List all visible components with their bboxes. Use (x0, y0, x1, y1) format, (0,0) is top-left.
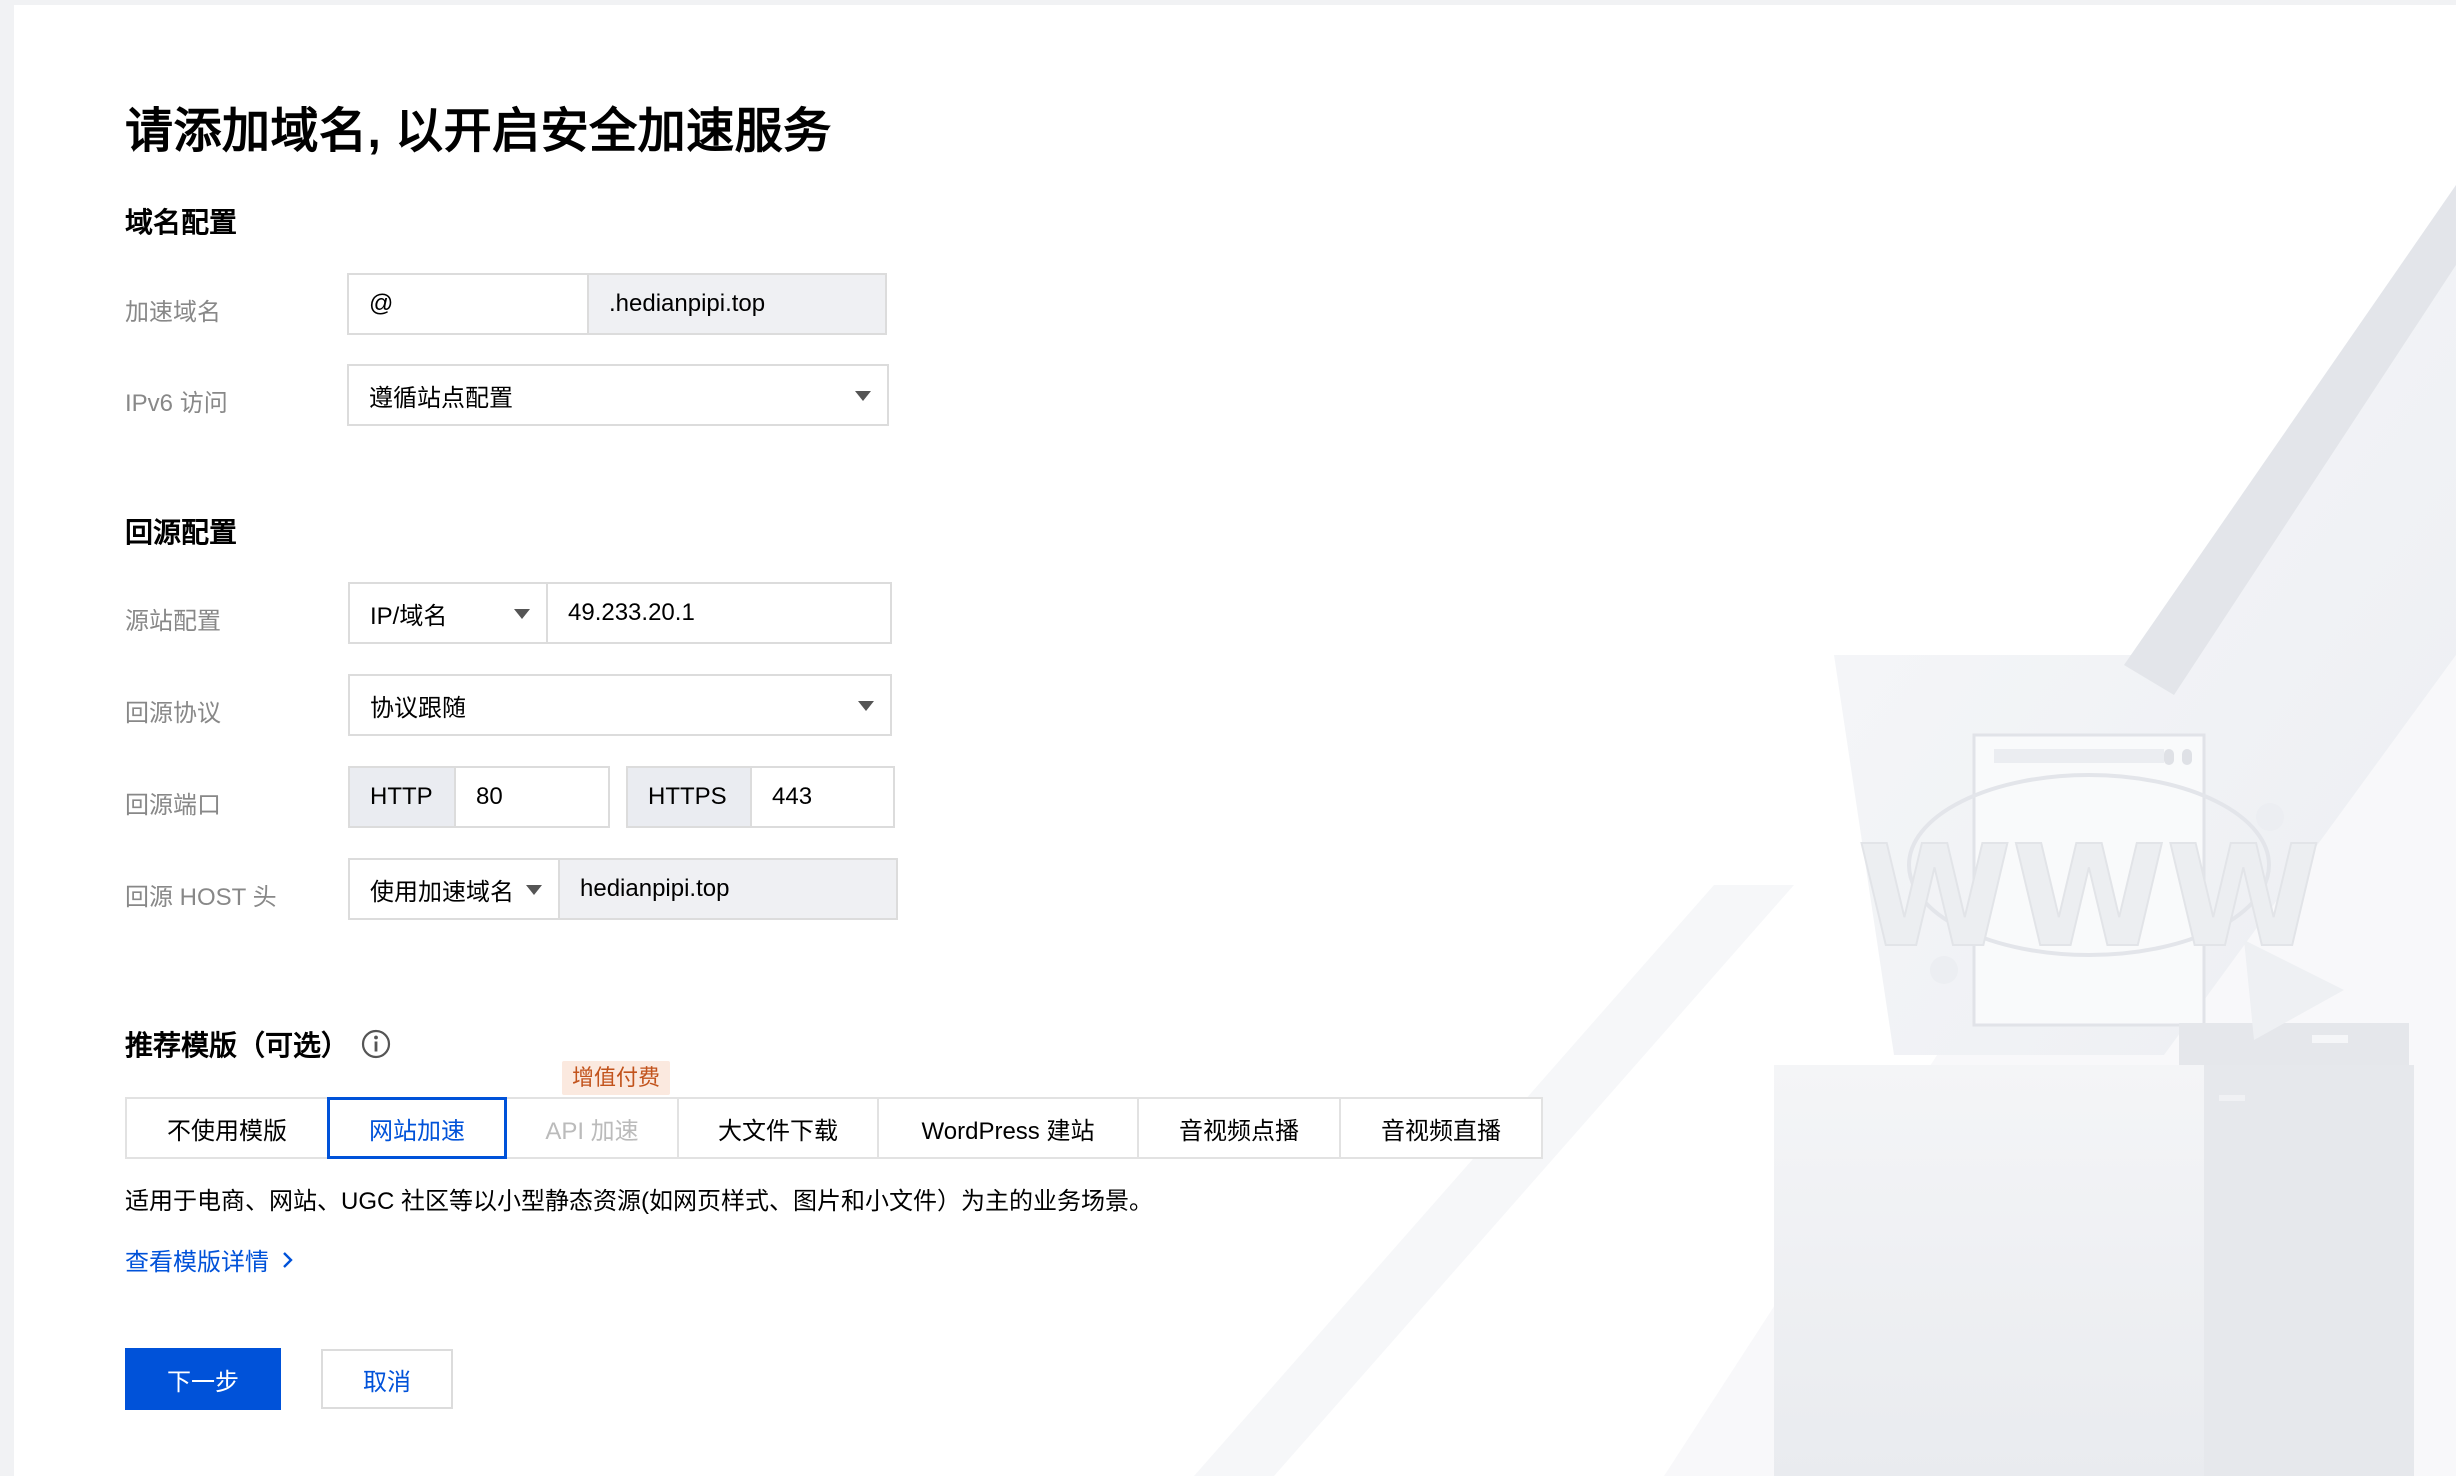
http-port-value: 80 (476, 783, 503, 810)
ipv6-label: IPv6 访问 (125, 390, 228, 417)
caret-down-icon (514, 609, 530, 619)
origin-type-value: IP/域名 (370, 602, 448, 630)
value-added-badge: 增值付费 (562, 1061, 671, 1095)
template-tabs: 不使用模版 网站加速 API 加速 大文件下载 WordPress 建站 音视频… (125, 1097, 1543, 1159)
http-addon-label: HTTP (370, 783, 433, 810)
caret-down-icon (526, 885, 542, 895)
origin-config-title: 回源配置 (125, 517, 238, 548)
accel-domain-prefix-value: @ (369, 290, 394, 317)
origin-site-label: 源站配置 (125, 608, 221, 635)
tab-no-template[interactable]: 不使用模版 (125, 1097, 329, 1159)
tab-large-file-download[interactable]: 大文件下载 (677, 1097, 879, 1159)
origin-host-value-field: hedianpipi.top (558, 858, 898, 920)
http-port-input[interactable]: 80 (454, 766, 610, 828)
tab-website-acceleration[interactable]: 网站加速 (327, 1097, 507, 1159)
origin-address-value: 49.233.20.1 (568, 599, 695, 626)
tab-label: WordPress 建站 (921, 1117, 1095, 1145)
accel-domain-label: 加速域名 (125, 299, 221, 326)
info-circle-icon[interactable] (361, 1029, 391, 1059)
origin-port-label: 回源端口 (125, 792, 221, 819)
ipv6-select[interactable]: 遵循站点配置 (347, 364, 889, 426)
origin-host-value: hedianpipi.top (580, 875, 730, 902)
https-addon-label: HTTPS (648, 783, 727, 810)
template-details-link[interactable]: 查看模版详情 (125, 1242, 295, 1277)
tab-video-on-demand[interactable]: 音视频点播 (1137, 1097, 1341, 1159)
origin-host-mode-select[interactable]: 使用加速域名 (348, 858, 560, 920)
origin-address-input[interactable]: 49.233.20.1 (546, 582, 892, 644)
chevron-right-icon (283, 1251, 293, 1268)
tab-api-acceleration: API 加速 (505, 1097, 679, 1159)
https-addon: HTTPS (626, 766, 752, 828)
accel-domain-suffix-value: .hedianpipi.top (609, 290, 766, 317)
form-content: 请添加域名, 以开启安全加速服务 域名配置 加速域名 @ .hedianpipi… (111, 5, 1611, 1476)
tab-live-streaming[interactable]: 音视频直播 (1339, 1097, 1543, 1159)
https-port-input[interactable]: 443 (750, 766, 895, 828)
caret-down-icon (855, 391, 871, 401)
tab-label: 音视频直播 (1381, 1117, 1501, 1145)
accel-domain-suffix: .hedianpipi.top (587, 273, 887, 335)
tab-label: 网站加速 (369, 1117, 465, 1145)
page-panel: WWW 请添加域名, 以开启安全加速服务 域名配置 加速域名 @ .hedian… (14, 5, 2456, 1476)
templates-title-text: 推荐模版（可选） (125, 1030, 350, 1061)
tab-wordpress[interactable]: WordPress 建站 (877, 1097, 1139, 1159)
tab-label: API 加速 (545, 1117, 639, 1145)
page-title: 请添加域名, 以开启安全加速服务 (125, 105, 832, 158)
origin-protocol-select[interactable]: 协议跟随 (348, 674, 892, 736)
origin-protocol-label: 回源协议 (125, 700, 221, 727)
http-addon: HTTP (348, 766, 456, 828)
https-port-value: 443 (772, 783, 813, 810)
tab-label: 音视频点播 (1179, 1117, 1299, 1145)
template-description: 适用于电商、网站、UGC 社区等以小型静态资源(如网页样式、图片和小文件）为主的… (125, 1188, 1153, 1215)
template-details-link-text: 查看模版详情 (125, 1249, 269, 1276)
domain-config-title: 域名配置 (125, 207, 238, 238)
cancel-button[interactable]: 取消 (321, 1349, 453, 1409)
accel-domain-prefix-input[interactable]: @ (347, 273, 589, 335)
origin-protocol-value: 协议跟随 (370, 694, 466, 722)
www-text: WWW (1857, 816, 2320, 979)
caret-down-icon (858, 701, 874, 711)
next-step-button[interactable]: 下一步 (125, 1348, 281, 1410)
tab-label: 不使用模版 (167, 1117, 287, 1145)
templates-title: 推荐模版（可选） (125, 1024, 391, 1064)
tab-label: 大文件下载 (718, 1117, 838, 1145)
origin-host-label: 回源 HOST 头 (125, 884, 277, 911)
ipv6-select-value: 遵循站点配置 (369, 384, 513, 412)
origin-host-mode-value: 使用加速域名 (370, 878, 514, 906)
origin-type-select[interactable]: IP/域名 (348, 582, 548, 644)
